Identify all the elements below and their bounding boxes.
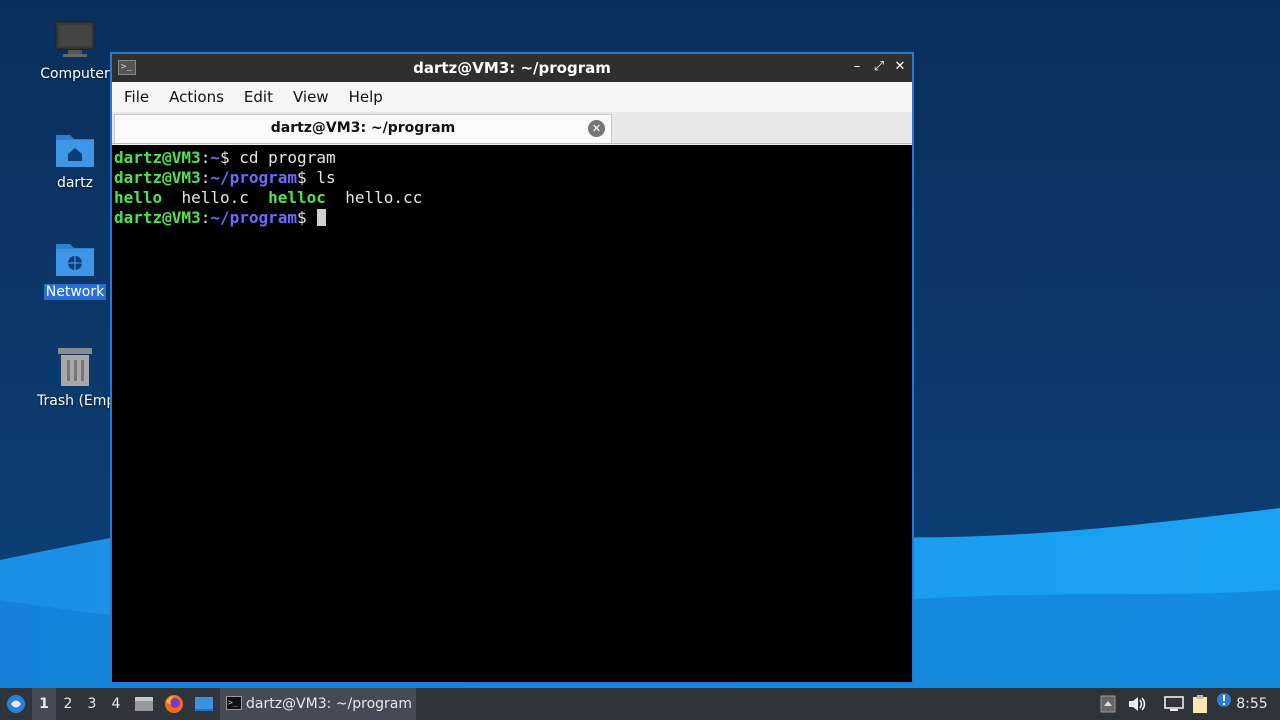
prompt-separator: : bbox=[200, 208, 211, 227]
prompt-symbol: $ bbox=[219, 148, 240, 167]
terminal-output[interactable]: dartz@VM3:~$ cd program dartz@VM3:~/prog… bbox=[112, 145, 912, 682]
prompt-symbol: $ bbox=[297, 208, 317, 227]
volume-icon[interactable] bbox=[1126, 688, 1148, 720]
prompt-separator: : bbox=[200, 168, 211, 187]
task-title: dartz@VM3: ~/program bbox=[246, 696, 412, 712]
maximize-button[interactable]: ⤢ bbox=[870, 58, 888, 76]
taskbar-task-terminal[interactable]: >_ dartz@VM3: ~/program bbox=[220, 688, 416, 720]
tab-bar: dartz@VM3: ~/program ✕ bbox=[112, 112, 912, 144]
start-menu-icon[interactable] bbox=[4, 688, 28, 720]
terminal-line: dartz@VM3:~$ cd program bbox=[114, 148, 910, 168]
ls-entry-executable: hello bbox=[114, 188, 163, 207]
desktop-icon-trash[interactable]: Trash (Empt bbox=[35, 345, 121, 409]
terminal-cursor bbox=[317, 209, 327, 226]
prompt-user: dartz@VM3 bbox=[114, 168, 201, 187]
prompt-separator: : bbox=[200, 148, 211, 167]
desktop-icon[interactable] bbox=[192, 688, 216, 720]
prompt-user: dartz@VM3 bbox=[114, 148, 201, 167]
desktop-icon-label: Network bbox=[43, 284, 107, 300]
clipboard-icon[interactable] bbox=[1188, 688, 1212, 720]
menu-view[interactable]: View bbox=[283, 88, 339, 106]
computer-icon bbox=[53, 18, 97, 62]
ls-entry-file: hello.c bbox=[181, 188, 249, 207]
trash-icon bbox=[53, 345, 97, 389]
ls-entry-executable: helloc bbox=[268, 188, 326, 207]
clock[interactable]: 8:55 bbox=[1232, 688, 1272, 720]
notification-icon[interactable] bbox=[1214, 688, 1234, 720]
menu-help[interactable]: Help bbox=[339, 88, 393, 106]
ls-entry-file: hello.cc bbox=[345, 188, 423, 207]
desktop-icon-home[interactable]: dartz bbox=[35, 127, 115, 191]
terminal-window[interactable]: >_ dartz@VM3: ~/program – ⤢ ✕ File Actio… bbox=[110, 52, 914, 684]
desktop-icon-label: Computer bbox=[40, 66, 110, 82]
menu-actions[interactable]: Actions bbox=[159, 88, 234, 106]
workspace-1[interactable]: 1 bbox=[32, 688, 56, 720]
workspace-3[interactable]: 3 bbox=[80, 688, 104, 720]
workspace-4[interactable]: 4 bbox=[104, 688, 128, 720]
command-text: cd program bbox=[239, 148, 336, 167]
tab-close-icon[interactable]: ✕ bbox=[588, 120, 605, 137]
terminal-line: dartz@VM3:~/program$ bbox=[114, 208, 910, 228]
menu-bar: File Actions Edit View Help bbox=[112, 82, 912, 112]
firefox-icon[interactable] bbox=[162, 688, 186, 720]
command-text: ls bbox=[316, 168, 336, 187]
terminal-line: dartz@VM3:~/program$ ls bbox=[114, 168, 910, 188]
desktop-icon-label: dartz bbox=[56, 175, 94, 191]
prompt-path: ~ bbox=[210, 148, 220, 167]
tab-title: dartz@VM3: ~/program bbox=[270, 120, 456, 136]
prompt-symbol: $ bbox=[297, 168, 317, 187]
prompt-path: ~/program bbox=[210, 168, 298, 187]
minimize-button[interactable]: – bbox=[848, 58, 866, 76]
file-manager-icon[interactable] bbox=[132, 688, 156, 720]
menu-file[interactable]: File bbox=[114, 88, 159, 106]
close-button[interactable]: ✕ bbox=[891, 58, 909, 76]
terminal-line-output: hello hello.c helloc hello.cc bbox=[114, 188, 910, 208]
prompt-user: dartz@VM3 bbox=[114, 208, 201, 227]
show-desktop-icon[interactable] bbox=[1098, 688, 1118, 720]
tab-terminal[interactable]: dartz@VM3: ~/program ✕ bbox=[114, 114, 612, 143]
window-titlebar[interactable]: >_ dartz@VM3: ~/program – ⤢ ✕ bbox=[112, 54, 912, 82]
menu-edit[interactable]: Edit bbox=[234, 88, 283, 106]
desktop-icon-network[interactable]: Network bbox=[35, 236, 115, 300]
workspace-2[interactable]: 2 bbox=[56, 688, 80, 720]
desktop-icon-computer[interactable]: Computer bbox=[35, 18, 115, 82]
network-icon[interactable] bbox=[1162, 688, 1186, 720]
taskbar: 1 2 3 4 >_ dartz@VM3: ~/program 8:55 bbox=[0, 688, 1280, 720]
prompt-path: ~/program bbox=[210, 208, 298, 227]
terminal-task-icon: >_ bbox=[226, 696, 242, 710]
home-folder-icon bbox=[53, 127, 97, 171]
window-title: dartz@VM3: ~/program bbox=[413, 59, 611, 77]
network-folder-icon bbox=[53, 236, 97, 280]
